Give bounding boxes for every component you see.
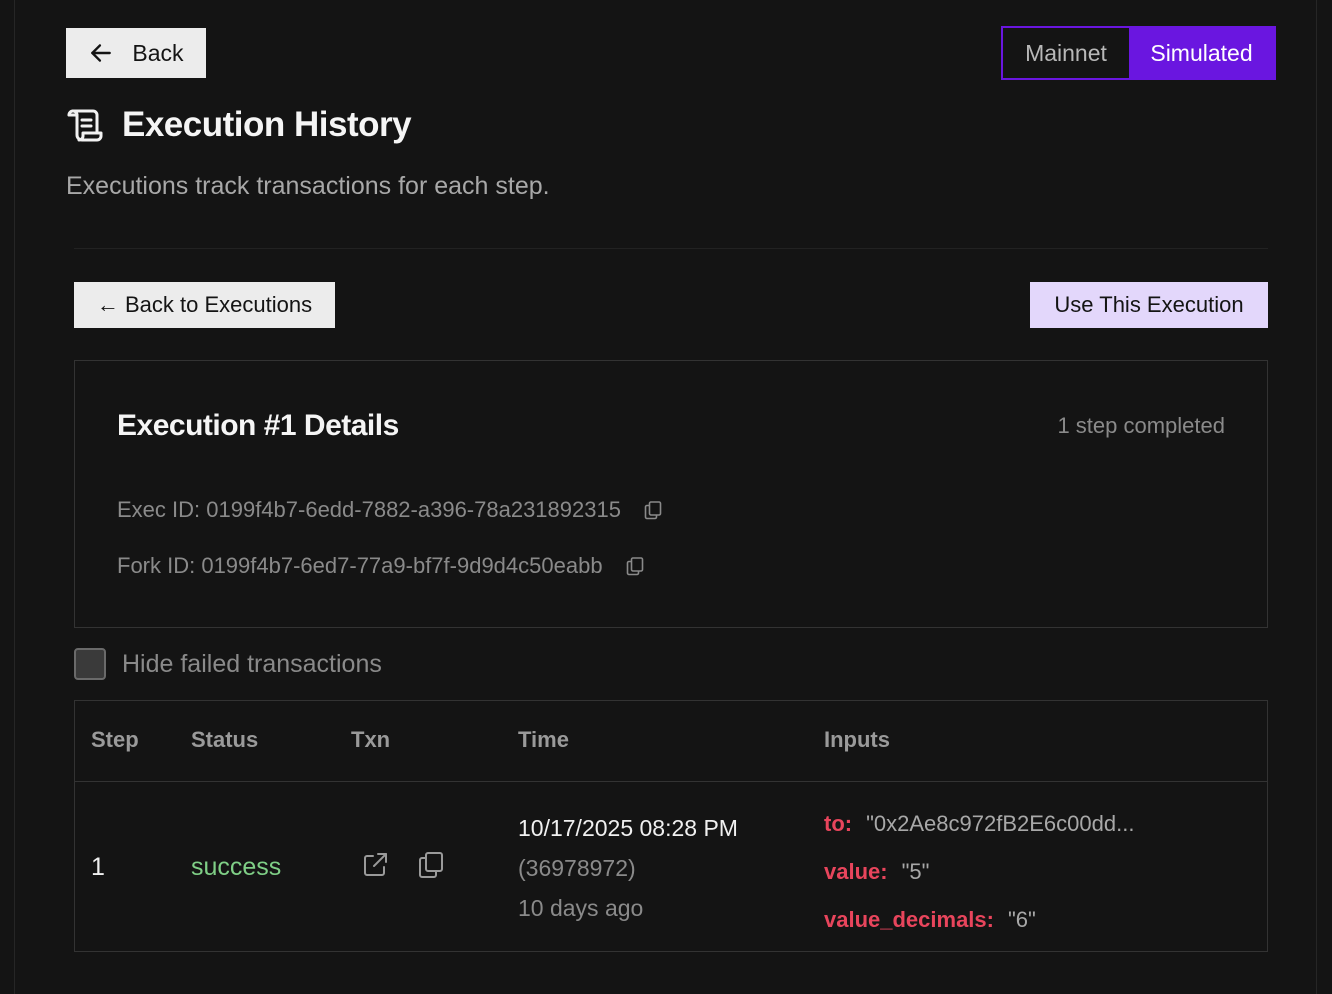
steps-completed-count: 1 step completed: [1057, 413, 1225, 438]
fork-id-text: Fork ID: 0199f4b7-6ed7-77a9-bf7f-9d9d4c5…: [117, 553, 603, 578]
input-key: value_decimals:: [824, 907, 994, 932]
input-value-field: value: "5": [824, 859, 929, 885]
external-link-icon[interactable]: [361, 851, 389, 879]
back-to-executions-button[interactable]: ← Back to Executions: [74, 282, 335, 328]
input-key: value:: [824, 859, 888, 884]
column-header-inputs: Inputs: [824, 727, 890, 752]
txn-actions: [361, 851, 445, 879]
page-header: Execution History: [66, 102, 412, 148]
copy-icon[interactable]: [625, 556, 645, 576]
network-toggle: Mainnet Simulated: [1001, 26, 1276, 80]
exec-id-row: Exec ID: 0199f4b7-6edd-7882-a396-78a2318…: [117, 497, 663, 523]
hide-failed-filter: Hide failed transactions: [74, 648, 382, 680]
hide-failed-checkbox[interactable]: [74, 648, 106, 680]
scroll-icon: [67, 109, 103, 142]
input-to: to: "0x2Ae8c972fB2E6c00dd...: [824, 811, 1134, 837]
column-header-status: Status: [191, 727, 259, 752]
input-value: "0x2Ae8c972fB2E6c00dd...: [866, 811, 1135, 836]
back-button-label: Back: [132, 39, 184, 66]
exec-id-text: Exec ID: 0199f4b7-6edd-7882-a396-78a2318…: [117, 497, 621, 522]
input-value: "5": [901, 859, 930, 884]
column-header-time: Time: [518, 727, 569, 752]
network-option-simulated[interactable]: Simulated: [1129, 28, 1274, 78]
section-divider: [74, 248, 1268, 249]
row-block-number: (36978972): [518, 855, 636, 881]
input-value-decimals: value_decimals: "6": [824, 907, 1036, 933]
input-value: "6": [1007, 907, 1036, 932]
table-row: 1 success 10/17/2025 08:28 PM (36978972)…: [75, 781, 1267, 951]
column-header-step: Step: [91, 727, 139, 752]
execution-details-title: Execution #1 Details: [117, 409, 399, 442]
table-header: Step Status Txn Time Inputs: [75, 701, 1267, 782]
frame-border-right: [1316, 0, 1317, 994]
row-time: 10/17/2025 08:28 PM: [518, 815, 738, 841]
copy-icon[interactable]: [643, 500, 663, 520]
input-key: to:: [824, 811, 853, 836]
column-header-txn: Txn: [351, 727, 391, 752]
status-badge: success: [191, 853, 282, 881]
arrow-left-icon: [91, 44, 112, 62]
network-option-mainnet[interactable]: Mainnet: [1003, 28, 1129, 78]
frame-border-left: [14, 0, 15, 994]
page-subtitle: Executions track transactions for each s…: [66, 172, 550, 200]
transactions-table: Step Status Txn Time Inputs 1 success 10…: [74, 700, 1268, 952]
page-title: Execution History: [122, 105, 412, 144]
back-button[interactable]: Back: [66, 28, 206, 78]
execution-details-card: Execution #1 Details 1 step completed Ex…: [74, 360, 1268, 628]
row-step: 1: [91, 853, 105, 881]
copy-icon[interactable]: [417, 851, 445, 879]
use-this-execution-button[interactable]: Use This Execution: [1030, 282, 1268, 328]
fork-id-row: Fork ID: 0199f4b7-6ed7-77a9-bf7f-9d9d4c5…: [117, 553, 645, 579]
row-relative-time: 10 days ago: [518, 895, 644, 921]
hide-failed-label: Hide failed transactions: [122, 649, 382, 678]
